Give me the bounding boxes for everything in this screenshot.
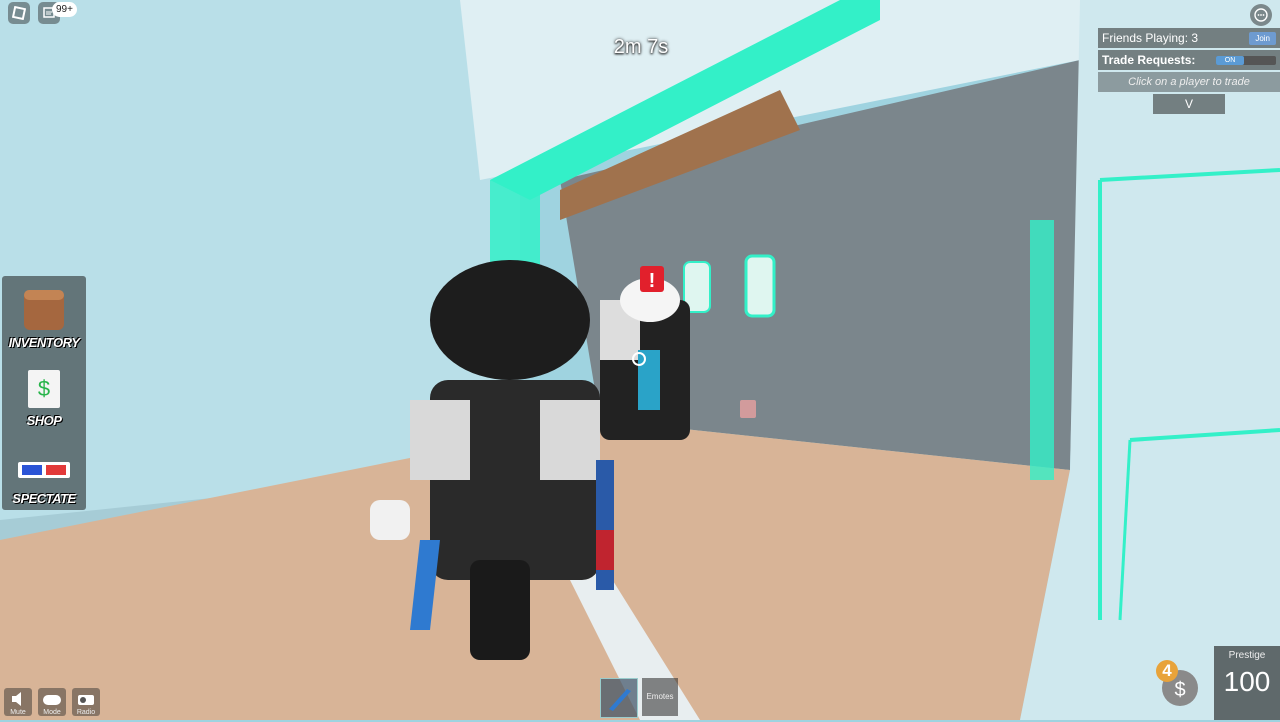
friends-playing-row: Friends Playing: 3 Join (1098, 28, 1280, 48)
inventory-label: INVENTORY (8, 335, 80, 350)
prestige-panel: Prestige 100 (1214, 646, 1280, 720)
toggle-state: ON (1216, 55, 1244, 65)
hotbar-slot-emotes[interactable]: Emotes (642, 678, 678, 716)
radio-label: Radio (76, 709, 96, 716)
join-button[interactable]: Join (1249, 31, 1276, 45)
roblox-logo-icon (12, 6, 26, 20)
hotbar-slot-knife[interactable] (600, 678, 638, 718)
trade-key-button[interactable]: V (1153, 94, 1225, 114)
prestige-label: Prestige (1228, 650, 1266, 661)
inventory-button[interactable]: INVENTORY (2, 278, 86, 354)
svg-text:$: $ (38, 376, 50, 401)
game-viewport[interactable]: ! (0, 0, 1280, 720)
round-timer: 2m 7s (613, 36, 669, 58)
mode-button[interactable]: Mode (38, 688, 66, 716)
hotbar: Emotes (600, 678, 678, 718)
wall-light-2 (744, 254, 776, 318)
more-icon (1254, 8, 1268, 22)
notification-badge: 99+ (52, 2, 77, 17)
radio-icon (78, 695, 94, 705)
prestige-level: 100 (1223, 666, 1271, 697)
friends-playing-label: Friends Playing: 3 (1102, 31, 1199, 45)
roblox-menu-button[interactable] (8, 2, 30, 24)
shop-button[interactable]: $ SHOP (2, 356, 86, 432)
bottom-left-controls: Mute Mode Radio (4, 688, 100, 716)
spectate-button[interactable]: SPECTATE (2, 434, 86, 510)
shop-label: SHOP (26, 413, 62, 428)
gamepad-icon (43, 695, 61, 705)
mute-label: Mute (10, 709, 26, 716)
right-neon-edge (1030, 220, 1054, 480)
crate-icon (24, 290, 64, 330)
trade-requests-label: Trade Requests: (1102, 53, 1196, 67)
trade-panel: Friends Playing: 3 Join Trade Requests: … (1098, 28, 1280, 114)
trade-requests-toggle[interactable]: ON (1216, 55, 1276, 65)
emotes-label: Emotes (646, 692, 674, 701)
alert-marker-glyph: ! (649, 270, 656, 292)
currency-count: 4 (1156, 660, 1178, 682)
spectate-label: SPECTATE (12, 491, 76, 506)
mute-button[interactable]: Mute (4, 688, 32, 716)
more-options-button[interactable] (1250, 4, 1272, 26)
svg-text:$: $ (1174, 679, 1185, 701)
radio-button[interactable]: Radio (72, 688, 100, 716)
shopping-bag-icon: $ (28, 370, 60, 408)
speaker-icon (12, 692, 21, 706)
crosshair (632, 352, 646, 366)
mode-label: Mode (43, 709, 61, 716)
alert-marker-small (740, 400, 756, 418)
side-menu: INVENTORY $ SHOP SPECTATE (2, 276, 86, 510)
knife-icon (609, 689, 631, 711)
trade-requests-row: Trade Requests: ON (1098, 50, 1280, 70)
trade-hint: Click on a player to trade (1098, 72, 1280, 92)
